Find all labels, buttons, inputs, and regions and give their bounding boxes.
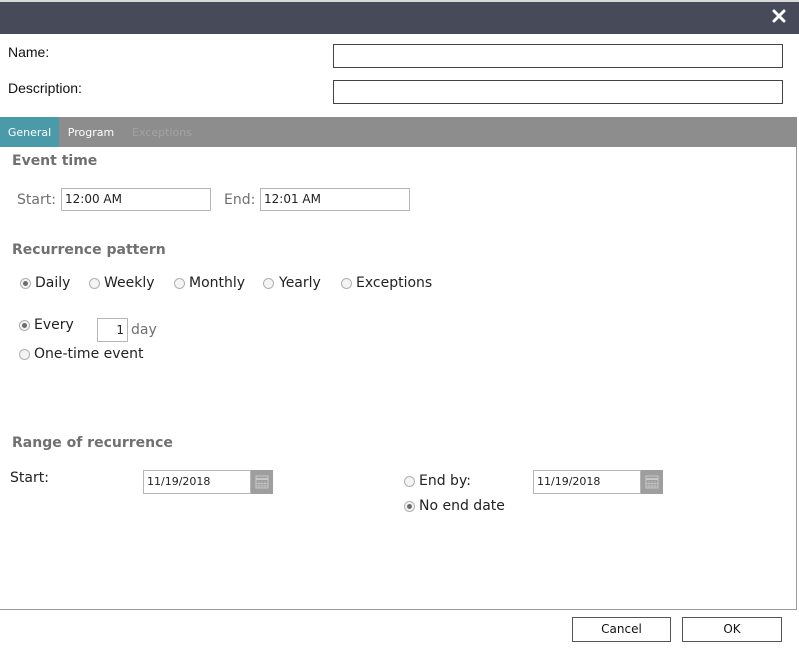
start-time-input[interactable]: 12:00 AM <box>61 188 211 211</box>
end-by-radio[interactable] <box>404 476 415 487</box>
start-time-label: Start: <box>17 192 56 208</box>
every-unit-label: day <box>131 322 157 338</box>
end-time-label: End: <box>224 192 256 208</box>
one-time-event-label: One-time event <box>34 346 144 362</box>
daily-label: Daily <box>35 275 71 291</box>
tab-exceptions: Exceptions <box>132 126 192 139</box>
name-input[interactable] <box>333 44 783 68</box>
close-icon[interactable] <box>771 8 787 24</box>
exceptions-label: Exceptions <box>356 275 433 291</box>
every-label: Every <box>34 317 74 333</box>
recurrence-pattern-heading: Recurrence pattern <box>12 242 166 258</box>
every-radio[interactable] <box>19 320 30 331</box>
weekly-label: Weekly <box>104 275 155 291</box>
range-start-label: Start: <box>10 470 49 486</box>
no-end-date-radio[interactable] <box>404 501 415 512</box>
range-of-recurrence-heading: Range of recurrence <box>12 435 173 451</box>
start-calendar-icon[interactable] <box>251 470 273 494</box>
tab-panel <box>0 147 797 610</box>
monthly-label: Monthly <box>189 275 246 291</box>
yearly-radio[interactable] <box>263 278 274 289</box>
footer-divider <box>0 609 797 610</box>
name-label: Name: <box>8 44 50 60</box>
one-time-event-radio[interactable] <box>19 349 30 360</box>
ok-button[interactable]: OK <box>682 617 782 642</box>
range-start-date-input[interactable]: 11/19/2018 <box>143 470 251 494</box>
yearly-label: Yearly <box>279 275 321 291</box>
tab-bar: General Program Exceptions <box>0 117 797 147</box>
tab-general[interactable]: General <box>0 117 59 147</box>
daily-radio[interactable] <box>20 278 31 289</box>
description-input[interactable] <box>333 80 783 104</box>
end-calendar-icon[interactable] <box>641 470 663 494</box>
cancel-button[interactable]: Cancel <box>572 617 671 642</box>
no-end-date-label: No end date <box>419 498 505 514</box>
weekly-radio[interactable] <box>89 278 100 289</box>
description-label: Description: <box>8 80 82 96</box>
end-by-label: End by: <box>419 473 471 489</box>
dialog-titlebar <box>0 0 799 34</box>
exceptions-radio[interactable] <box>341 278 352 289</box>
end-time-input[interactable]: 12:01 AM <box>260 188 410 211</box>
tab-program[interactable]: Program <box>59 117 123 147</box>
monthly-radio[interactable] <box>174 278 185 289</box>
event-time-heading: Event time <box>12 153 98 169</box>
end-by-date-input[interactable]: 11/19/2018 <box>533 470 641 494</box>
every-days-input[interactable]: 1 <box>97 318 128 342</box>
